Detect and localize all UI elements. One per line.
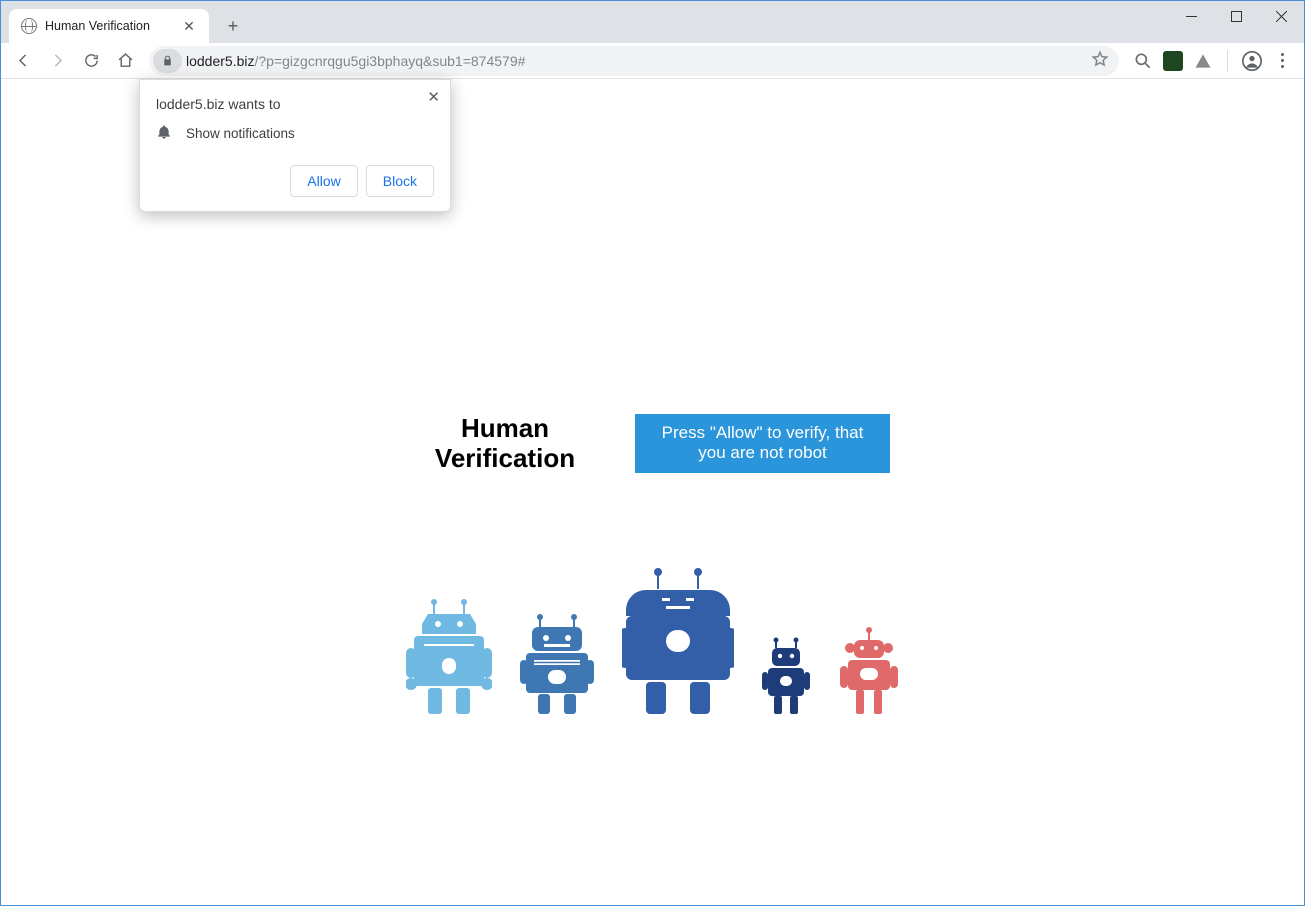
window-controls — [1169, 1, 1304, 31]
allow-button[interactable]: Allow — [290, 165, 357, 197]
site-info-button[interactable] — [153, 49, 182, 73]
profile-avatar-icon[interactable] — [1242, 51, 1262, 71]
url-text: lodder5.biz/?p=gizgcnrqgu5gi3bphayq&sub1… — [186, 53, 1091, 69]
bookmark-star-icon[interactable] — [1091, 50, 1109, 71]
window-minimize-button[interactable] — [1169, 1, 1214, 31]
url-host: lodder5.biz — [186, 53, 255, 69]
forward-button[interactable] — [41, 45, 73, 77]
robot-icon — [622, 566, 734, 714]
extension-icon[interactable] — [1163, 51, 1183, 71]
zoom-extension-icon[interactable] — [1133, 51, 1153, 71]
toolbar: lodder5.biz/?p=gizgcnrqgu5gi3bphayq&sub1… — [1, 43, 1304, 79]
globe-icon — [21, 18, 37, 34]
bell-icon — [156, 124, 172, 143]
address-bar[interactable]: lodder5.biz/?p=gizgcnrqgu5gi3bphayq&sub1… — [149, 46, 1119, 76]
dialog-close-icon[interactable]: ✕ — [427, 88, 440, 106]
permission-row: Show notifications — [156, 124, 434, 143]
window-maximize-button[interactable] — [1214, 1, 1259, 31]
page-heading: Human Verification — [415, 414, 595, 474]
tab-strip: Human Verification ✕ + — [1, 1, 1304, 43]
new-tab-button[interactable]: + — [219, 12, 247, 40]
chrome-menu-icon[interactable] — [1272, 53, 1292, 68]
back-button[interactable] — [7, 45, 39, 77]
page-viewport: ✕ lodder5.biz wants to Show notification… — [1, 79, 1304, 905]
window-close-button[interactable] — [1259, 1, 1304, 31]
instruction-box: Press "Allow" to verify, that you are no… — [635, 414, 890, 473]
browser-window: Human Verification ✕ + — [0, 0, 1305, 906]
home-button[interactable] — [109, 45, 141, 77]
robot-icon — [838, 626, 900, 714]
hero-row: Human Verification Press "Allow" to veri… — [415, 414, 890, 474]
dialog-title: lodder5.biz wants to — [156, 96, 434, 112]
permission-text: Show notifications — [186, 126, 295, 141]
robot-icon — [762, 636, 810, 714]
extension-icon-2[interactable] — [1193, 51, 1213, 71]
robots-illustration — [406, 566, 900, 714]
block-button[interactable]: Block — [366, 165, 434, 197]
tab-title: Human Verification — [45, 19, 173, 33]
robot-icon — [406, 596, 492, 714]
reload-button[interactable] — [75, 45, 107, 77]
dialog-actions: Allow Block — [156, 165, 434, 197]
extensions-area — [1127, 50, 1298, 72]
robot-icon — [520, 612, 594, 714]
tab-close-icon[interactable]: ✕ — [181, 18, 197, 34]
separator — [1227, 50, 1228, 72]
url-path: /?p=gizgcnrqgu5gi3bphayq&sub1=874579# — [255, 53, 526, 69]
notification-permission-dialog: ✕ lodder5.biz wants to Show notification… — [139, 79, 451, 212]
browser-tab[interactable]: Human Verification ✕ — [9, 9, 209, 43]
